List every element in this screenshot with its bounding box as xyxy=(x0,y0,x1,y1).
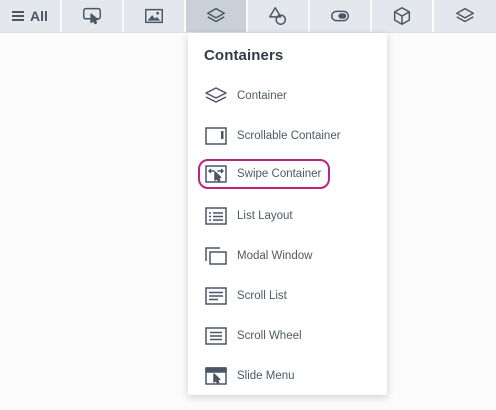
hamburger-icon xyxy=(12,11,25,21)
modal-window-icon xyxy=(203,245,229,267)
tab-controls[interactable] xyxy=(310,0,372,32)
menu-item-label: Swipe Container xyxy=(237,168,322,180)
containers-dropdown: Containers Container Scrollable Containe… xyxy=(188,33,387,395)
menu-item-slide-menu[interactable]: Slide Menu xyxy=(198,361,374,391)
slide-menu-icon xyxy=(203,365,229,387)
menu-item-label: Scroll Wheel xyxy=(237,330,302,342)
tab-all[interactable]: All xyxy=(0,0,62,32)
menu-item-scroll-wheel[interactable]: Scroll Wheel xyxy=(198,321,374,351)
menu-item-label: Scrollable Container xyxy=(237,130,341,142)
touch-cursor-icon xyxy=(83,7,101,25)
component-toolbar: All xyxy=(0,0,496,33)
stack-icon xyxy=(456,7,474,23)
layers-icon xyxy=(207,7,225,23)
menu-item-list-layout[interactable]: List Layout xyxy=(198,201,374,231)
tab-all-label: All xyxy=(30,8,48,24)
scroll-wheel-icon xyxy=(203,325,229,347)
cube-icon xyxy=(393,7,411,25)
menu-item-modal-window[interactable]: Modal Window xyxy=(198,241,374,271)
menu-item-scroll-list[interactable]: Scroll List xyxy=(198,281,374,311)
tab-media[interactable] xyxy=(124,0,186,32)
scrollable-container-icon xyxy=(203,125,229,147)
menu-item-swipe-container[interactable]: Swipe Container xyxy=(198,159,330,189)
tab-shapes[interactable] xyxy=(248,0,310,32)
image-icon xyxy=(145,8,163,24)
tab-containers[interactable] xyxy=(186,0,248,32)
menu-item-label: List Layout xyxy=(237,210,293,222)
layers-icon xyxy=(203,85,229,107)
scroll-list-icon xyxy=(203,285,229,307)
menu-item-label: Modal Window xyxy=(237,250,313,262)
tab-other[interactable] xyxy=(434,0,496,32)
tab-interactions[interactable] xyxy=(62,0,124,32)
menu-item-scrollable-container[interactable]: Scrollable Container xyxy=(198,121,374,151)
menu-item-container[interactable]: Container xyxy=(198,81,374,111)
shapes-icon xyxy=(269,7,287,25)
toggle-icon xyxy=(331,10,349,22)
dropdown-title: Containers xyxy=(204,47,284,64)
tab-3d[interactable] xyxy=(372,0,434,32)
menu-item-label: Container xyxy=(237,90,287,102)
menu-item-label: Slide Menu xyxy=(237,370,295,382)
menu-item-label: Scroll List xyxy=(237,290,287,302)
swipe-container-icon xyxy=(203,163,229,185)
list-layout-icon xyxy=(203,205,229,227)
